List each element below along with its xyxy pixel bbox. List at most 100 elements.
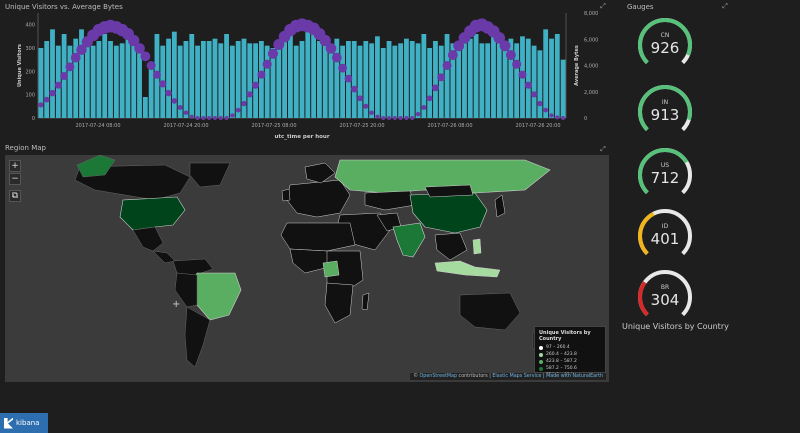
data-point <box>146 61 156 70</box>
x-tick-label: 2017-07-25 08:00 <box>251 123 296 129</box>
x-tick-label: 2017-07-24 20:00 <box>163 123 208 129</box>
bar <box>496 41 502 118</box>
data-point <box>404 116 409 120</box>
map-panel-title: Region Map <box>5 144 46 152</box>
bar <box>479 43 485 119</box>
legend-item: 260.4 – 423.8 <box>539 351 601 358</box>
data-point <box>201 116 206 120</box>
data-point <box>442 61 452 70</box>
bar <box>444 34 450 118</box>
data-point <box>524 81 532 89</box>
crosshair-cursor-icon: + <box>172 299 180 310</box>
bar <box>113 45 119 118</box>
data-point <box>165 89 172 97</box>
bar <box>253 43 258 119</box>
region-indonesia <box>434 260 501 278</box>
naturalearth-link[interactable]: Made with NaturalEarth <box>546 374 603 379</box>
data-point <box>152 70 162 79</box>
expand-icon[interactable]: ⤢ <box>599 145 607 153</box>
data-point <box>561 116 566 120</box>
region-west-africa <box>289 248 330 274</box>
data-point <box>437 73 446 82</box>
region-uk <box>281 188 291 202</box>
y-tick-label: 0 <box>32 116 35 122</box>
y2-tick-label: 0 <box>584 116 587 122</box>
bar <box>438 45 444 118</box>
region-scandinavia <box>304 162 336 184</box>
data-point <box>392 116 397 120</box>
bar <box>537 50 543 119</box>
bar <box>102 34 108 118</box>
data-point <box>177 105 183 110</box>
bar <box>108 41 113 118</box>
bar <box>485 43 491 119</box>
bar <box>409 41 415 118</box>
bar <box>142 97 148 118</box>
region-north-africa <box>280 222 356 252</box>
bar <box>491 36 496 119</box>
region-mongolia <box>424 184 474 198</box>
y-tick-label: 200 <box>25 69 35 75</box>
visitors-bytes-chart: 0 100 200 300 400 0 2,000 4,000 6,000 8,000 2017-0… <box>17 11 598 140</box>
data-point <box>398 116 403 120</box>
data-point <box>432 84 439 92</box>
data-point <box>65 62 75 72</box>
osm-link[interactable]: OpenStreetMap <box>420 374 458 379</box>
gauge-value: 401 <box>650 230 680 248</box>
region-southern-africa <box>324 282 354 324</box>
data-point <box>207 116 212 120</box>
data-point <box>387 116 392 120</box>
bar <box>380 48 386 118</box>
region-greenland <box>189 162 231 188</box>
fit-bounds-icon[interactable]: ⧉ <box>9 190 21 202</box>
bar <box>311 34 317 118</box>
data-point <box>43 96 50 103</box>
legend-item: 587.2 – 750.6 <box>539 365 601 372</box>
gauge-in: IN 913 <box>636 83 694 141</box>
data-point <box>543 107 549 113</box>
bar <box>200 41 206 118</box>
y2-tick-label: 4,000 <box>584 64 598 70</box>
region-map[interactable]: + + − ⧉ Unique Visitors by Country 97 – … <box>5 155 609 382</box>
bar <box>392 45 398 118</box>
gauge-label: ID <box>661 223 669 230</box>
region-mexico <box>132 226 164 252</box>
y-tick-label: 300 <box>25 46 35 52</box>
data-point <box>189 114 194 119</box>
bar <box>433 41 438 118</box>
data-point <box>171 98 178 104</box>
expand-icon[interactable]: ⤢ <box>721 2 729 10</box>
kibana-nav-bar[interactable]: kibana <box>0 413 48 433</box>
legend-swatch <box>539 345 543 350</box>
bar <box>305 29 311 118</box>
bar <box>90 45 96 118</box>
legend-label: 423.8 – 587.2 <box>546 359 577 364</box>
legend-label: 587.2 – 750.6 <box>546 366 577 371</box>
x-tick-label: 2017-07-26 08:00 <box>427 123 472 129</box>
data-point <box>246 91 253 98</box>
ems-link[interactable]: Elastic Maps Service <box>492 374 541 379</box>
data-point <box>241 100 247 107</box>
data-point <box>447 50 458 60</box>
bar <box>369 43 375 119</box>
bar <box>525 38 531 118</box>
region-madagascar <box>361 292 370 311</box>
bar <box>473 34 479 118</box>
data-point <box>415 111 421 117</box>
zoom-out-button[interactable]: − <box>9 173 21 185</box>
bar <box>96 41 102 118</box>
legend-swatch <box>539 359 543 364</box>
region-europe <box>286 179 351 218</box>
data-point <box>537 100 543 107</box>
bar <box>386 41 392 118</box>
bar <box>351 41 357 118</box>
bar <box>183 41 189 118</box>
data-point <box>518 70 527 79</box>
zoom-in-button[interactable]: + <box>9 160 21 172</box>
map-attribution: © OpenStreetMap contributors | Elastic M… <box>410 373 606 380</box>
gauge-cn: CN 926 <box>636 16 694 74</box>
data-point <box>49 89 56 97</box>
bar <box>119 43 125 119</box>
attribution-mid: contributors | <box>457 374 493 379</box>
bar <box>171 31 177 119</box>
